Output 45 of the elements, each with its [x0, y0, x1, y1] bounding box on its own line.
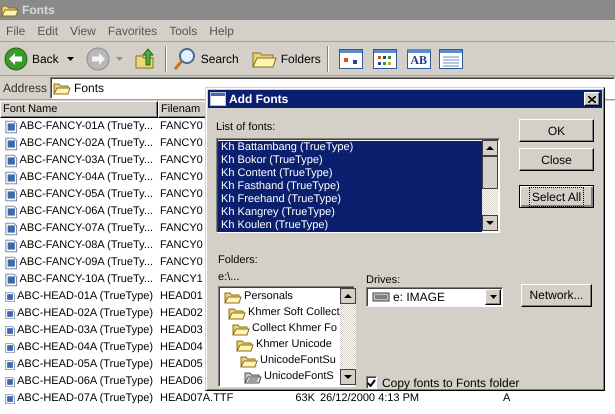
table-cell: FANCY0 — [160, 205, 203, 218]
table-cell: HEAD05 — [160, 358, 203, 370]
drives-label: Drives: — [366, 272, 402, 286]
table-cell: FANCY0 — [160, 154, 203, 166]
file-name-cell-text: ABC-HEAD-01A (TrueType) — [17, 289, 153, 304]
file-name-cell-text: ABC-FANCY-04A (TrueTy... — [20, 170, 153, 186]
table-cell: HEAD01 — [160, 290, 203, 302]
table-cell: FANCY0 — [160, 137, 203, 150]
dialog-title: Add Fonts — [229, 91, 290, 108]
path-text: e:\... — [218, 270, 240, 284]
table-cell: HEAD06 — [160, 375, 203, 388]
address-label: Address — [2, 80, 48, 96]
table-cell: FANCY0 — [160, 120, 203, 132]
file-name-cell-text: ABC-HEAD-03A (TrueType) — [17, 323, 153, 338]
table-cell: FANCY1 — [160, 273, 203, 286]
file-name-cell-text: ABC-FANCY-03A (TrueTy... — [20, 153, 153, 168]
list-label: List of fonts: — [216, 120, 276, 135]
file-name-cell-text: ABC-HEAD-07A (TrueType) — [17, 391, 153, 406]
table-cell-text: A — [503, 391, 510, 406]
file-name-cell-text: ABC-HEAD-02A (TrueType) — [17, 306, 153, 322]
table-cell: FANCY0 — [160, 256, 203, 268]
folders-label: Folders: — [218, 252, 259, 268]
table-cell-text: 26/12/2000 4:13 PM — [319, 391, 420, 406]
table-cell: HEAD02 — [160, 307, 203, 320]
file-name-cell-text: ABC-FANCY-08A (TrueTy... — [20, 238, 153, 254]
table-cell: FANCY0 — [160, 188, 203, 200]
file-name-cell-text: ABC-HEAD-05A (TrueType) — [17, 357, 153, 372]
table-cell: FANCY0 — [160, 222, 203, 234]
window-title: Fonts — [22, 2, 55, 19]
table-cell: FANCY0 — [160, 171, 203, 184]
file-name-cell-text: ABC-HEAD-04A (TrueType) — [17, 340, 153, 356]
file-name-cell-text: ABC-FANCY-01A (TrueTy... — [20, 119, 153, 134]
table-cell: HEAD03 — [160, 324, 203, 336]
file-name-cell-text: ABC-FANCY-05A (TrueTy... — [20, 187, 153, 202]
file-name-cell-text: ABC-FANCY-09A (TrueTy... — [20, 255, 153, 270]
table-cell: HEAD04 — [160, 341, 203, 354]
checkbox-label: Copy fonts to Fonts folder — [382, 374, 520, 392]
file-name-cell-text: ABC-HEAD-06A (TrueType) — [17, 374, 153, 390]
table-cell: FANCY0 — [160, 239, 203, 252]
file-name-cell-text: ABC-FANCY-07A (TrueTy... — [20, 221, 153, 236]
table-cell-text: 63K — [294, 391, 315, 406]
file-name-cell-text: ABC-FANCY-10A (TrueTy... — [20, 272, 153, 288]
table-cell: HEAD07A.TTF — [160, 392, 234, 404]
file-name-cell-text: ABC-FANCY-02A (TrueTy... — [20, 136, 153, 152]
file-name-cell-text: ABC-FANCY-06A (TrueTy... — [20, 204, 153, 220]
